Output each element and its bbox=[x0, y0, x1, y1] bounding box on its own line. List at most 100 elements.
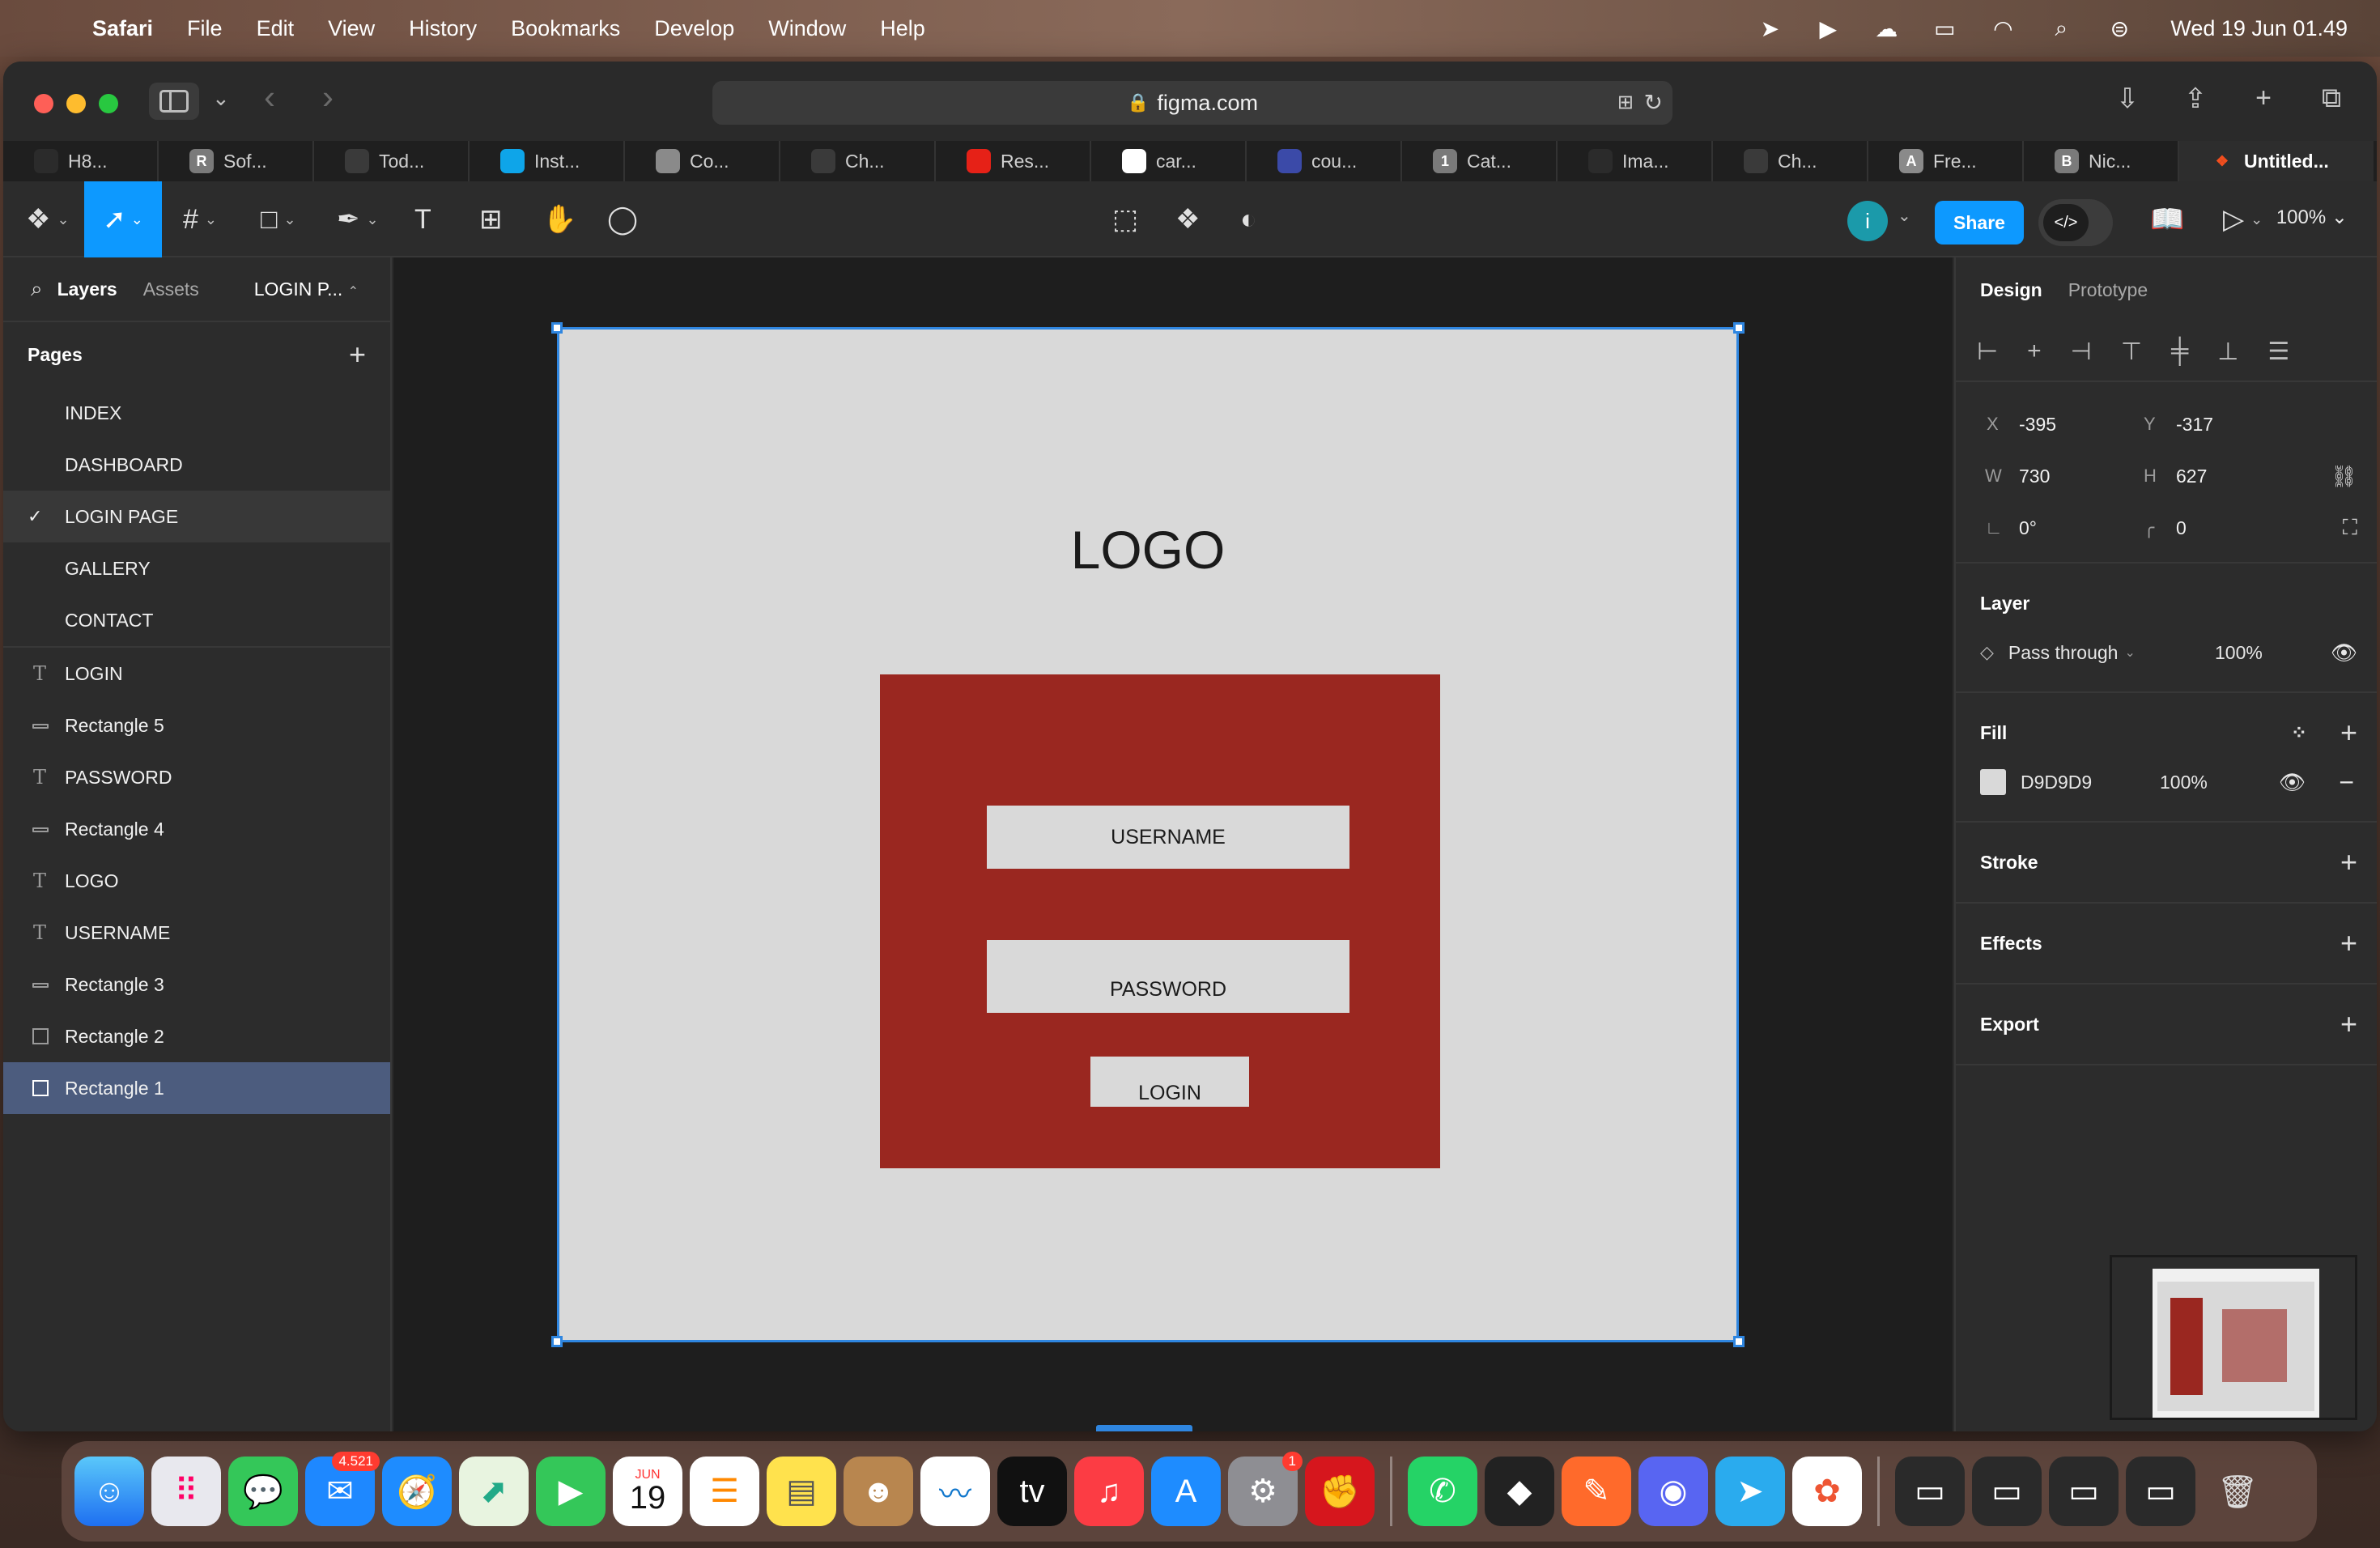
mail-icon[interactable]: ✉ 4.521 bbox=[305, 1452, 380, 1526]
avatar[interactable]: i bbox=[1847, 201, 1888, 241]
telegram-icon[interactable]: ➤ bbox=[1715, 1457, 1785, 1526]
freeform-icon[interactable]: 〰 bbox=[920, 1457, 990, 1526]
shape-tool-button[interactable]: □ ⌄ bbox=[261, 199, 296, 240]
settings-icon[interactable]: ⚙ 1 bbox=[1228, 1452, 1303, 1526]
login-box[interactable]: LOGIN bbox=[1090, 1057, 1249, 1107]
add-export-icon[interactable]: + bbox=[2340, 1007, 2357, 1041]
align-left-icon[interactable]: ⊢ bbox=[1977, 338, 1998, 366]
width-field[interactable]: 730 bbox=[2019, 466, 2050, 487]
browser-tab[interactable]: B Nic... bbox=[2024, 141, 2179, 181]
browser-tab[interactable]: A Fre... bbox=[1868, 141, 2024, 181]
resize-handle[interactable] bbox=[551, 322, 563, 334]
forward-button[interactable]: › bbox=[322, 78, 334, 117]
comment-tool-button[interactable]: ◯ bbox=[607, 199, 638, 240]
menu-history[interactable]: History bbox=[409, 16, 477, 41]
password-box[interactable]: PASSWORD bbox=[987, 940, 1349, 1013]
fill-swatch[interactable] bbox=[1980, 769, 2006, 795]
reminders-icon[interactable]: ☰ bbox=[690, 1457, 759, 1526]
dev-mode-toggle[interactable]: </> bbox=[2038, 199, 2113, 246]
layer-item[interactable]: Rectangle 3 bbox=[3, 959, 390, 1010]
canvas[interactable]: LOGO USERNAME PASSWORD LOGIN 730 × 627 bbox=[393, 257, 1953, 1431]
resize-handle[interactable] bbox=[551, 1336, 563, 1347]
layer-item[interactable]: T LOGIN bbox=[3, 648, 390, 700]
app-store-icon[interactable]: A bbox=[1151, 1457, 1221, 1526]
page-switcher[interactable]: LOGIN P... ⌃ bbox=[254, 279, 359, 300]
resize-handle[interactable] bbox=[1733, 322, 1745, 334]
close-icon[interactable] bbox=[34, 94, 53, 113]
constrain-proportions-icon[interactable]: ⛓ bbox=[2331, 464, 2357, 489]
minimized-window-icon[interactable]: ▭ bbox=[1895, 1457, 1965, 1526]
logo-text[interactable]: LOGO bbox=[559, 519, 1736, 580]
reload-icon[interactable]: ↻ bbox=[1644, 89, 1663, 116]
align-top-icon[interactable]: ⊤ bbox=[2121, 338, 2142, 366]
chevron-down-icon[interactable]: ⌄ bbox=[212, 86, 230, 111]
hand-tool-button[interactable]: ✋ bbox=[542, 199, 576, 240]
frame-tool-button[interactable]: # ⌄ bbox=[183, 199, 217, 240]
transform-button[interactable]: ⬚ bbox=[1112, 199, 1138, 240]
back-button[interactable]: ‹ bbox=[264, 78, 275, 117]
browser-tab[interactable]: 1 Cat... bbox=[1402, 141, 1558, 181]
riot-icon[interactable]: ✊ bbox=[1305, 1457, 1375, 1526]
unity-icon[interactable]: ◆ bbox=[1485, 1457, 1554, 1526]
browser-tab[interactable]: Inst... bbox=[470, 141, 625, 181]
x-field[interactable]: -395 bbox=[2019, 414, 2056, 436]
eye-icon[interactable]: 👁 bbox=[2279, 770, 2306, 795]
add-stroke-icon[interactable]: + bbox=[2340, 845, 2357, 879]
component-button[interactable]: ❖ bbox=[1175, 199, 1200, 240]
sidebar-toggle-button[interactable] bbox=[149, 83, 199, 120]
finder-icon[interactable]: ☺ bbox=[74, 1457, 144, 1526]
tab-assets[interactable]: Assets bbox=[143, 279, 199, 300]
resize-handle[interactable] bbox=[1733, 1336, 1745, 1347]
mask-button[interactable]: ◐ bbox=[1240, 199, 1257, 240]
music-icon[interactable]: ♫ bbox=[1074, 1457, 1144, 1526]
rotation-field[interactable]: 0° bbox=[2019, 517, 2037, 539]
layer-item[interactable]: Rectangle 2 bbox=[3, 1010, 390, 1062]
zoom-dropdown[interactable]: 100% ⌄ bbox=[2276, 206, 2348, 229]
browser-tab[interactable]: Co... bbox=[625, 141, 780, 181]
browser-tab[interactable]: car... bbox=[1091, 141, 1247, 181]
new-tab-icon[interactable]: + bbox=[2247, 83, 2280, 115]
login-card[interactable]: USERNAME PASSWORD LOGIN bbox=[880, 674, 1440, 1168]
menu-file[interactable]: File bbox=[187, 16, 223, 41]
fullscreen-icon[interactable] bbox=[99, 94, 118, 113]
remove-fill-icon[interactable]: − bbox=[2339, 768, 2354, 797]
search-icon[interactable]: ⌕ bbox=[31, 276, 43, 302]
trash-icon[interactable]: 🗑 bbox=[2203, 1457, 2272, 1526]
menu-window[interactable]: Window bbox=[768, 16, 846, 41]
page-item[interactable]: ✓ LOGIN PAGE bbox=[3, 491, 390, 542]
notes-icon[interactable]: ▤ bbox=[767, 1457, 836, 1526]
text-tool-button[interactable]: T bbox=[414, 199, 431, 240]
add-fill-icon[interactable]: + bbox=[2340, 716, 2357, 750]
chevron-down-icon[interactable]: ⌄ bbox=[2124, 644, 2135, 661]
minimize-icon[interactable] bbox=[66, 94, 86, 113]
align-middle-v-icon[interactable]: ╪ bbox=[2171, 338, 2188, 365]
browser-tab[interactable]: R Sof... bbox=[159, 141, 314, 181]
download-icon[interactable]: ⇩ bbox=[2111, 83, 2144, 115]
whatsapp-icon[interactable]: ✆ bbox=[1408, 1457, 1477, 1526]
browser-tab[interactable]: Ch... bbox=[1713, 141, 1868, 181]
figma-menu-button[interactable]: ❖ ⌄ bbox=[26, 199, 70, 240]
browser-tab[interactable]: H8... bbox=[3, 141, 159, 181]
add-page-icon[interactable]: + bbox=[349, 338, 366, 372]
share-button[interactable]: Share bbox=[1935, 201, 2024, 245]
play-circle-icon[interactable]: ▶ bbox=[1813, 16, 1843, 41]
search-icon[interactable]: ⌕ bbox=[2046, 15, 2076, 40]
menu-bookmarks[interactable]: Bookmarks bbox=[511, 16, 620, 41]
login-frame[interactable]: LOGO USERNAME PASSWORD LOGIN bbox=[557, 327, 1739, 1342]
move-tool-button[interactable]: ➚ ⌄ bbox=[84, 181, 162, 257]
browser-tab[interactable]: cou... bbox=[1247, 141, 1402, 181]
menu-view[interactable]: View bbox=[328, 16, 375, 41]
styles-icon[interactable]: ⁘ bbox=[2291, 721, 2307, 745]
minimized-window-icon[interactable]: ▭ bbox=[1972, 1457, 2042, 1526]
layer-item[interactable]: Rectangle 5 bbox=[3, 700, 390, 751]
layer-item[interactable]: Rectangle 1 bbox=[3, 1062, 390, 1114]
username-box[interactable]: USERNAME bbox=[987, 806, 1349, 869]
contacts-icon[interactable]: ☻ bbox=[844, 1457, 913, 1526]
layer-item[interactable]: Rectangle 4 bbox=[3, 803, 390, 855]
fill-hex-field[interactable]: D9D9D9 bbox=[2021, 772, 2092, 793]
tab-design[interactable]: Design bbox=[1980, 279, 2042, 301]
layer-opacity-field[interactable]: 100% bbox=[2215, 642, 2263, 664]
pen-tool-button[interactable]: ✒ ⌄ bbox=[337, 199, 379, 240]
layer-item[interactable]: T LOGO bbox=[3, 855, 390, 907]
page-item[interactable]: INDEX bbox=[3, 387, 390, 439]
